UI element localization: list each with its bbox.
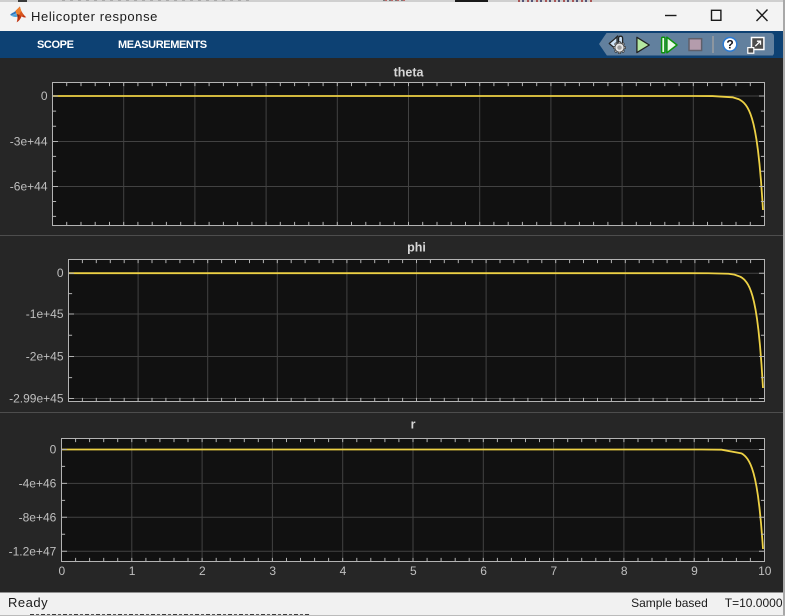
- svg-text:-2e+45: -2e+45: [26, 350, 64, 364]
- svg-text:-6e+44: -6e+44: [10, 180, 48, 194]
- svg-text:phi: phi: [407, 241, 426, 255]
- svg-text:6: 6: [480, 564, 487, 578]
- svg-text:theta: theta: [394, 66, 425, 80]
- svg-text:7: 7: [551, 564, 558, 578]
- svg-text:5: 5: [410, 564, 417, 578]
- svg-text:-1e+45: -1e+45: [26, 307, 64, 321]
- svg-text:0: 0: [41, 89, 48, 103]
- svg-text:0: 0: [57, 266, 64, 280]
- svg-text:-3e+44: -3e+44: [10, 135, 48, 149]
- svg-text:-8e+46: -8e+46: [19, 510, 57, 524]
- svg-text:3: 3: [269, 564, 276, 578]
- svg-text:-2.99e+45: -2.99e+45: [9, 392, 64, 406]
- svg-text:10: 10: [758, 564, 772, 578]
- svg-text:0: 0: [50, 443, 57, 457]
- svg-text:1: 1: [129, 564, 136, 578]
- svg-text:2: 2: [199, 564, 206, 578]
- svg-text:-4e+46: -4e+46: [19, 476, 57, 490]
- svg-text:-1.2e+47: -1.2e+47: [9, 544, 57, 558]
- svg-text:4: 4: [340, 564, 347, 578]
- svg-text:9: 9: [691, 564, 698, 578]
- svg-text:r: r: [411, 418, 416, 432]
- svg-text:0: 0: [58, 564, 65, 578]
- svg-text:8: 8: [621, 564, 628, 578]
